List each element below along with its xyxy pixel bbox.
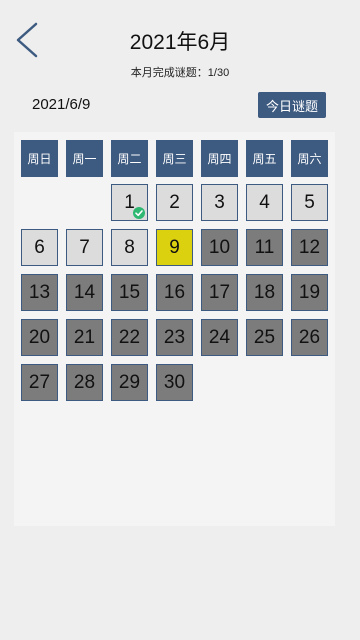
calendar-day[interactable]: 25	[246, 319, 283, 356]
page-title: 2021年6月	[129, 31, 231, 54]
calendar-day[interactable]: 15	[111, 274, 148, 311]
day-number: 25	[253, 326, 276, 348]
calendar-day[interactable]: 21	[66, 319, 103, 356]
day-number: 21	[73, 326, 96, 348]
day-number: 24	[208, 326, 231, 348]
day-number: 7	[79, 236, 90, 258]
day-number: 6	[34, 236, 45, 258]
day-number: 10	[208, 236, 231, 258]
calendar-day[interactable]: 10	[201, 229, 238, 266]
calendar-day[interactable]: 4	[246, 184, 283, 221]
calendar-day[interactable]: 19	[291, 274, 328, 311]
day-number: 13	[28, 281, 51, 303]
calendar-day[interactable]: 17	[201, 274, 238, 311]
calendar-day[interactable]: 1	[111, 184, 148, 221]
weekday-header: 周四	[201, 140, 238, 177]
calendar-day[interactable]: 2	[156, 184, 193, 221]
day-number: 16	[163, 281, 186, 303]
calendar-day[interactable]: 28	[66, 364, 103, 401]
calendar-day[interactable]: 23	[156, 319, 193, 356]
calendar-day[interactable]: 26	[291, 319, 328, 356]
calendar-day[interactable]: 20	[21, 319, 58, 356]
calendar-day[interactable]: 30	[156, 364, 193, 401]
completed-check-icon	[133, 207, 145, 219]
weekday-header: 周五	[246, 140, 283, 177]
calendar-day[interactable]: 29	[111, 364, 148, 401]
day-number: 3	[214, 191, 225, 213]
progress-text: 本月完成谜题：1/30	[130, 67, 230, 79]
day-number: 8	[124, 236, 135, 258]
weekday-header: 周三	[156, 140, 193, 177]
day-number: 22	[118, 326, 141, 348]
day-number: 11	[254, 236, 275, 258]
day-number: 19	[298, 281, 321, 303]
calendar-day[interactable]: 16	[156, 274, 193, 311]
weekday-header: 周六	[291, 140, 328, 177]
current-date: 2021/6/9	[32, 96, 91, 113]
calendar-day[interactable]: 13	[21, 274, 58, 311]
calendar-grid: 周日 周一 周二 周三 周四 周五 周六 1 2 3 4 5 6 7 8 9 10 11 12 13 14 15 16 17 1…	[14, 132, 335, 526]
weekday-header: 周日	[21, 140, 58, 177]
today-puzzle-button[interactable]: 今日谜题	[258, 92, 326, 118]
calendar-day[interactable]: 12	[291, 229, 328, 266]
day-number: 14	[73, 281, 96, 303]
day-number: 20	[28, 326, 51, 348]
calendar-day[interactable]: 27	[21, 364, 58, 401]
day-number: 4	[259, 191, 270, 213]
day-number: 28	[73, 371, 96, 393]
day-number: 12	[298, 236, 321, 258]
calendar-day[interactable]: 14	[66, 274, 103, 311]
day-number: 29	[118, 371, 141, 393]
day-number: 2	[169, 191, 180, 213]
calendar-day[interactable]: 6	[21, 229, 58, 266]
day-number: 26	[298, 326, 321, 348]
calendar-day[interactable]: 18	[246, 274, 283, 311]
day-number: 27	[28, 371, 51, 393]
calendar-day[interactable]: 24	[201, 319, 238, 356]
day-number: 9	[169, 236, 180, 258]
calendar-day[interactable]: 3	[201, 184, 238, 221]
calendar-day[interactable]: 9	[156, 229, 193, 266]
day-number: 5	[304, 191, 315, 213]
calendar-day[interactable]: 5	[291, 184, 328, 221]
day-number: 23	[163, 326, 186, 348]
weekday-header: 周二	[111, 140, 148, 177]
calendar-day[interactable]: 8	[111, 229, 148, 266]
weekday-header: 周一	[66, 140, 103, 177]
day-number: 17	[208, 281, 231, 303]
day-number: 15	[118, 281, 141, 303]
calendar-day[interactable]: 22	[111, 319, 148, 356]
calendar-day[interactable]: 7	[66, 229, 103, 266]
day-number: 18	[253, 281, 276, 303]
day-number: 30	[163, 371, 186, 393]
calendar-day[interactable]: 11	[246, 229, 283, 266]
